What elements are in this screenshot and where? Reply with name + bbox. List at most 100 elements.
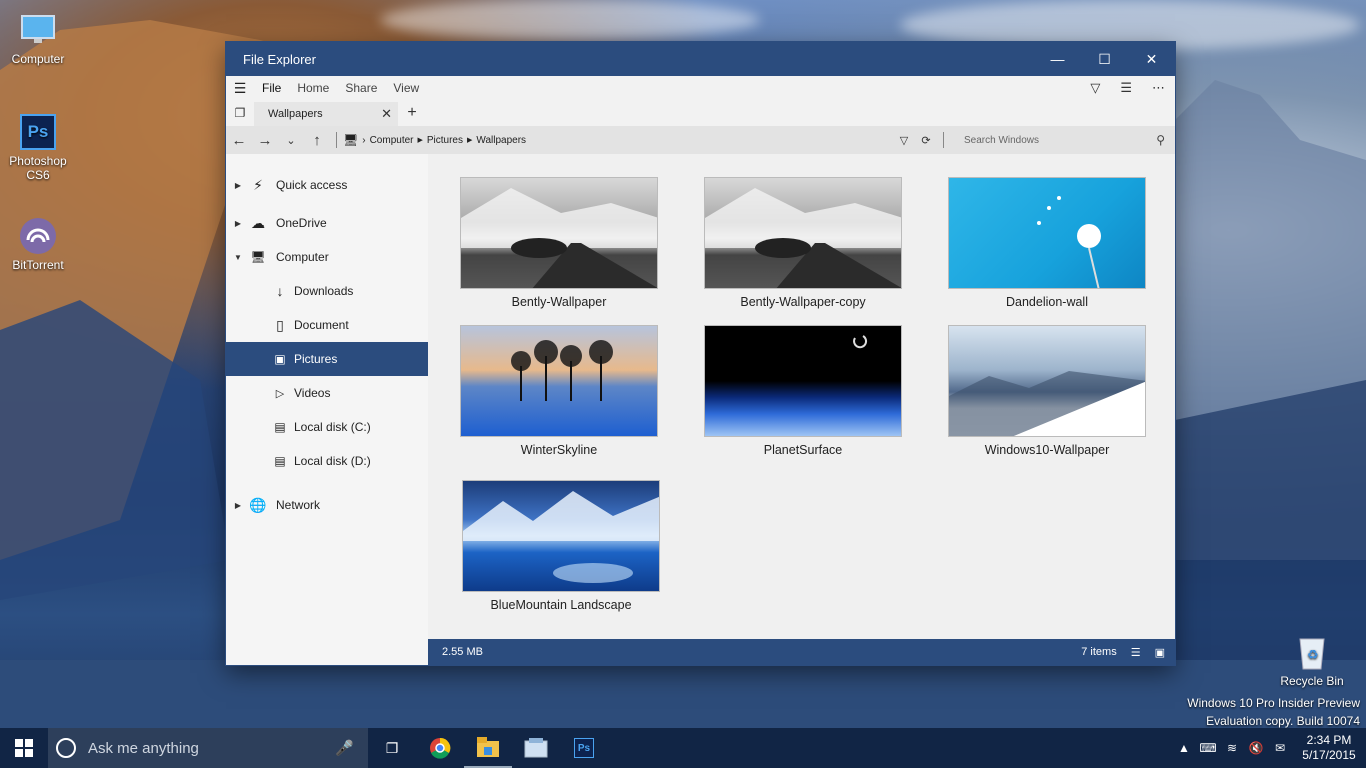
minimize-button[interactable]: —	[1034, 42, 1081, 76]
keyboard-icon[interactable]: ⌨	[1196, 741, 1220, 755]
sidebar-item-downloads[interactable]: ↓ Downloads	[226, 274, 428, 308]
maximize-button[interactable]: ☐	[1081, 42, 1128, 76]
menu-file[interactable]: File	[254, 81, 289, 95]
details-view-icon[interactable]: ☰	[1131, 646, 1141, 659]
more-options-icon[interactable]: ⋯	[1152, 80, 1165, 96]
microphone-icon[interactable]: 🎤	[335, 739, 354, 757]
menu-view[interactable]: View	[385, 81, 427, 95]
task-view-icon[interactable]: ❐	[368, 728, 416, 768]
file-thumbnail[interactable]: Bently-Wallpaper	[460, 177, 658, 309]
desktop-icon-recycle-bin[interactable]: ♻ Recycle Bin	[1276, 632, 1348, 688]
desktop-icon-computer[interactable]: Computer	[2, 10, 74, 66]
thumbnail-image	[460, 177, 658, 289]
tab-wallpapers[interactable]: Wallpapers ✕	[254, 102, 398, 126]
sidebar-item-quick-access[interactable]: ▶ ⚡ Quick access	[226, 168, 428, 202]
status-bar: 2.55 MB 7 items ☰ ▣	[428, 639, 1175, 665]
recycle-bin-icon: ♻	[1292, 632, 1332, 672]
back-arrow-icon[interactable]: ←	[226, 132, 252, 149]
thumbnail-view-icon[interactable]: ▣	[1155, 646, 1165, 659]
file-thumbnail[interactable]: Windows10-Wallpaper	[948, 325, 1146, 457]
tab-close-icon[interactable]: ✕	[381, 106, 392, 122]
titlebar[interactable]: File Explorer — ☐ ✕	[226, 42, 1175, 76]
clock[interactable]: 2:34 PM 5/17/2015	[1292, 733, 1366, 763]
menu-share[interactable]: Share	[337, 81, 385, 95]
system-tray: ▲ ⌨ ≋ 🔇 ✉ 2:34 PM 5/17/2015	[1172, 728, 1366, 768]
address-bar: ← → ⌄ ↑ 🖥 › Computer ▶ Pictures ▶ Wallpa…	[226, 126, 1175, 154]
file-name: Windows10-Wallpaper	[984, 443, 1110, 457]
sidebar-item-onedrive[interactable]: ▶ ☁ OneDrive	[226, 206, 428, 240]
expand-arrow-icon[interactable]: ▶	[226, 501, 246, 510]
breadcrumb-computer[interactable]: Computer	[370, 135, 414, 146]
file-explorer-window: File Explorer — ☐ ✕ ☰ File Home Share Vi…	[226, 42, 1175, 665]
desktop-icon-label: BitTorrent	[12, 258, 64, 272]
address-dropdown-icon[interactable]: ▽	[893, 134, 915, 147]
search-icon[interactable]: ⚲	[1156, 133, 1165, 147]
sidebar-item-local-disk-c[interactable]: ▤ Local disk (C:)	[226, 410, 428, 444]
document-icon: ▯	[276, 316, 284, 333]
sidebar-item-local-disk-d[interactable]: ▤ Local disk (D:)	[226, 444, 428, 478]
cortana-search-box[interactable]: Ask me anything 🎤	[48, 728, 368, 768]
file-name: PlanetSurface	[763, 443, 843, 457]
volume-muted-icon[interactable]: 🔇	[1244, 741, 1268, 755]
taskbar: Ask me anything 🎤 ❐ Ps ▲ ⌨ ≋ 🔇 ✉ 2:34 PM…	[0, 728, 1366, 768]
clock-date: 5/17/2015	[1302, 748, 1356, 762]
lightning-icon: ⚡	[253, 176, 263, 193]
file-explorer-icon[interactable]	[464, 728, 512, 768]
file-thumbnail[interactable]: BlueMountain Landscape	[462, 480, 660, 612]
photoshop-taskbar-icon[interactable]: Ps	[560, 728, 608, 768]
file-thumbnail[interactable]: PlanetSurface	[704, 325, 902, 457]
window-title: File Explorer	[243, 51, 316, 67]
windows-start-icon[interactable]	[0, 728, 48, 768]
forward-arrow-icon[interactable]: →	[252, 132, 278, 149]
download-arrow-icon: ↓	[276, 283, 284, 299]
wifi-icon[interactable]: ≋	[1220, 741, 1244, 755]
breadcrumb[interactable]: 🖥 › Computer ▶ Pictures ▶ Wallpapers	[343, 133, 526, 147]
file-thumbnail[interactable]: WinterSkyline	[460, 325, 658, 457]
checklist-icon[interactable]: ☰	[1120, 80, 1132, 96]
file-thumbnail[interactable]: Bently-Wallpaper-copy	[704, 177, 902, 309]
computer-icon: 🖥	[343, 133, 359, 147]
new-tab-button[interactable]: +	[398, 100, 426, 126]
thumbnail-image	[704, 325, 902, 437]
menu-home[interactable]: Home	[289, 81, 337, 95]
sidebar-item-computer[interactable]: ▼ 🖥 Computer	[226, 240, 428, 274]
recent-dropdown-icon[interactable]: ⌄	[278, 134, 304, 147]
file-name: BlueMountain Landscape	[490, 598, 632, 612]
file-name: Bently-Wallpaper	[511, 295, 607, 309]
file-grid: Bently-Wallpaper Bently-Wallpaper-copy D…	[428, 154, 1175, 665]
expand-arrow-icon[interactable]: ▶	[226, 219, 246, 228]
sidebar-item-document[interactable]: ▯ Document	[226, 308, 428, 342]
photoshop-icon: Ps	[18, 112, 58, 152]
hamburger-icon[interactable]: ☰	[226, 80, 254, 97]
picture-icon: ▣	[274, 352, 286, 366]
collapse-arrow-icon[interactable]: ▼	[226, 253, 246, 262]
file-thumbnail[interactable]: Dandelion-wall	[948, 177, 1146, 309]
thumbnail-image	[948, 177, 1146, 289]
divider	[336, 132, 337, 148]
show-hidden-icons-icon[interactable]: ▲	[1172, 741, 1196, 755]
desktop-icon-bittorrent[interactable]: BitTorrent	[2, 216, 74, 272]
notifications-icon[interactable]: ✉	[1268, 741, 1292, 755]
expand-arrow-icon[interactable]: ▶	[226, 181, 246, 190]
close-button[interactable]: ✕	[1128, 42, 1175, 76]
computer-icon: 🖥	[250, 250, 266, 264]
explorer-body: ▶ ⚡ Quick access ▶ ☁ OneDrive ▼ 🖥 Comput…	[226, 154, 1175, 665]
filter-dropdown-icon[interactable]: ▽	[1090, 80, 1100, 96]
chrome-icon[interactable]	[416, 728, 464, 768]
search-input[interactable]: Search Windows ⚲	[950, 126, 1175, 154]
sidebar-item-videos[interactable]: ▷ Videos	[226, 376, 428, 410]
sidebar-item-network[interactable]: ▶ 🌐 Network	[226, 488, 428, 522]
video-icon: ▷	[275, 387, 285, 400]
desktop-icon-photoshop[interactable]: Ps Photoshop CS6	[2, 112, 74, 182]
thumbnail-image	[462, 480, 660, 592]
sidebar-item-pictures[interactable]: ▣ Pictures	[226, 342, 428, 376]
up-arrow-icon[interactable]: ↑	[304, 132, 330, 149]
copy-tab-icon[interactable]: ❐	[226, 100, 254, 126]
breadcrumb-wallpapers[interactable]: Wallpapers	[476, 135, 526, 146]
monitor-icon	[18, 10, 58, 50]
search-placeholder: Ask me anything	[88, 739, 199, 757]
breadcrumb-pictures[interactable]: Pictures	[427, 135, 463, 146]
thumbnail-image	[704, 177, 902, 289]
refresh-icon[interactable]: ⟳	[915, 134, 937, 147]
store-icon[interactable]	[512, 728, 560, 768]
